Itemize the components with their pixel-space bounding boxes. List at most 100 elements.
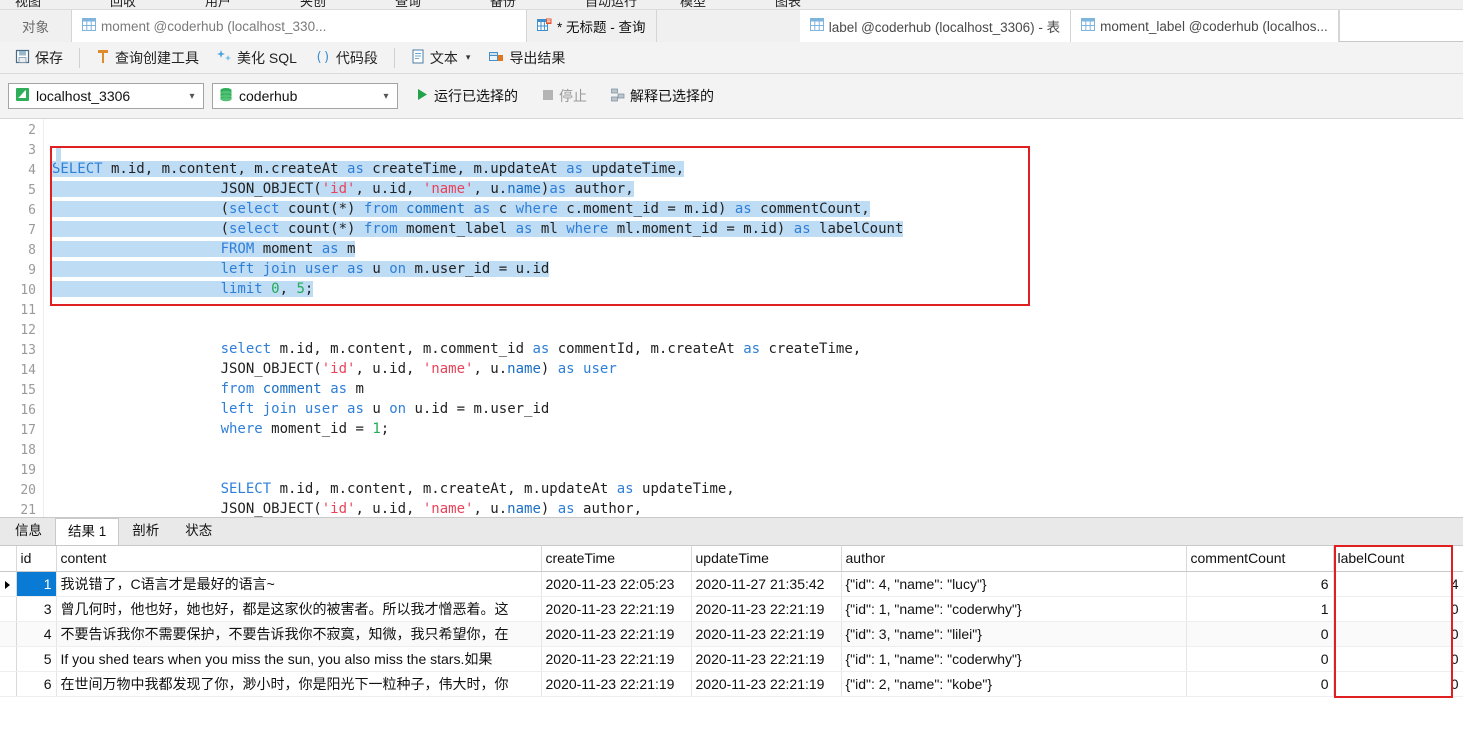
- editor-tab-right-1[interactable]: moment_label @coderhub (localhos...: [1071, 10, 1339, 42]
- code-line[interactable]: FROM moment as m: [52, 239, 1463, 259]
- cell-id[interactable]: 3: [16, 596, 57, 622]
- row-marker[interactable]: [0, 646, 17, 672]
- table-row[interactable]: 5 If you shed tears when you miss the sun…: [0, 646, 1463, 672]
- code-line[interactable]: [52, 439, 1463, 459]
- cell-labelCount[interactable]: 0: [1333, 596, 1463, 622]
- code-line[interactable]: left join user as u on m.user_id = u.id: [52, 259, 1463, 279]
- result-tab-3[interactable]: 状态: [172, 517, 225, 545]
- table-row[interactable]: 4 不要告诉我你不需要保护，不要告诉我你不寂寞，知微，我只希望你，在 2020-11…: [0, 621, 1463, 647]
- code-line[interactable]: [52, 299, 1463, 319]
- cell-author[interactable]: {"id": 1, "name": "coderwhy"}: [841, 596, 1187, 622]
- database-select[interactable]: coderhub ▾: [212, 83, 398, 109]
- cell-labelCount[interactable]: 0: [1333, 646, 1463, 672]
- cell-createTime[interactable]: 2020-11-23 22:21:19: [541, 671, 692, 697]
- cell-createTime[interactable]: 2020-11-23 22:21:19: [541, 621, 692, 647]
- cell-updateTime[interactable]: 2020-11-27 21:35:42: [691, 571, 842, 597]
- code-line[interactable]: JSON_OBJECT('id', u.id, 'name', u.name) …: [52, 499, 1463, 517]
- code-line[interactable]: (select count(*) from moment_label as ml…: [52, 219, 1463, 239]
- cell-createTime[interactable]: 2020-11-23 22:21:19: [541, 646, 692, 672]
- code-line[interactable]: where moment_id = 1;: [52, 419, 1463, 439]
- cell-updateTime[interactable]: 2020-11-23 22:21:19: [691, 671, 842, 697]
- menu-item-3[interactable]: 夹创: [300, 0, 326, 9]
- cell-updateTime[interactable]: 2020-11-23 22:21:19: [691, 596, 842, 622]
- code-line[interactable]: [52, 319, 1463, 339]
- cell-id[interactable]: 1: [16, 571, 57, 597]
- tab-objects[interactable]: 对象: [0, 10, 72, 42]
- row-marker[interactable]: [0, 671, 17, 697]
- menu-item-7[interactable]: 模型: [680, 0, 706, 9]
- column-header-createTime[interactable]: createTime: [541, 546, 692, 572]
- database-chevron-down-icon[interactable]: ▾: [375, 84, 397, 108]
- cell-id[interactable]: 5: [16, 646, 57, 672]
- text-view-button[interactable]: 文本 ▾: [402, 46, 480, 70]
- cell-commentCount[interactable]: 6: [1186, 571, 1334, 597]
- table-row[interactable]: 3 曾几何时，他也好，她也好，都是这家伙的被害者。所以我才憎恶着。这 2020-11…: [0, 596, 1463, 622]
- code-line[interactable]: (select count(*) from comment as c where…: [52, 199, 1463, 219]
- row-marker[interactable]: [0, 596, 17, 622]
- cell-id[interactable]: 6: [16, 671, 57, 697]
- editor-tab-1[interactable]: * 无标题 - 查询: [527, 10, 657, 42]
- code-line[interactable]: left join user as u on u.id = m.user_id: [52, 399, 1463, 419]
- code-line[interactable]: JSON_OBJECT('id', u.id, 'name', u.name) …: [52, 359, 1463, 379]
- column-header-author[interactable]: author: [841, 546, 1187, 572]
- table-row[interactable]: 1 我说错了，C语言才是最好的语言~ 2020-11-23 22:05:23 2020…: [0, 571, 1463, 597]
- cell-labelCount[interactable]: 4: [1333, 571, 1463, 597]
- cell-commentCount[interactable]: 0: [1186, 646, 1334, 672]
- menu-item-5[interactable]: 备份: [490, 0, 516, 9]
- code-line[interactable]: limit 0, 5;: [52, 279, 1463, 299]
- column-header-updateTime[interactable]: updateTime: [691, 546, 842, 572]
- code-line[interactable]: [52, 459, 1463, 479]
- editor-tab-right-0[interactable]: label @coderhub (localhost_3306) - 表: [799, 10, 1072, 42]
- cell-content[interactable]: 我说错了，C语言才是最好的语言~: [56, 571, 542, 597]
- cell-author[interactable]: {"id": 4, "name": "lucy"}: [841, 571, 1187, 597]
- cell-createTime[interactable]: 2020-11-23 22:21:19: [541, 596, 692, 622]
- cell-id[interactable]: 4: [16, 621, 57, 647]
- result-tab-1[interactable]: 结果 1: [55, 518, 120, 546]
- cell-labelCount[interactable]: 0: [1333, 671, 1463, 697]
- column-header-content[interactable]: content: [56, 546, 542, 572]
- code-line[interactable]: JSON_OBJECT('id', u.id, 'name', u.name)a…: [52, 179, 1463, 199]
- code-line[interactable]: select m.id, m.content, m.comment_id as …: [52, 339, 1463, 359]
- explain-selected-button[interactable]: 解释已选择的: [605, 84, 720, 108]
- sql-editor[interactable]: 2 3 4 5 6 7 8 9 10 11 12 13 14 15 16 17 18 19 20 21 SELECT …: [0, 119, 1463, 517]
- code-line[interactable]: SELECT m.id, m.content, m.createAt, m.up…: [52, 479, 1463, 499]
- cell-content[interactable]: 在世间万物中我都发现了你，渺小时，你是阳光下一粒种子，伟大时，你: [56, 671, 542, 697]
- cell-commentCount[interactable]: 0: [1186, 621, 1334, 647]
- menu-item-2[interactable]: 用户: [205, 0, 231, 9]
- save-button[interactable]: 保存: [6, 46, 72, 70]
- row-marker[interactable]: [0, 571, 17, 597]
- cell-createTime[interactable]: 2020-11-23 22:05:23: [541, 571, 692, 597]
- connection-chevron-down-icon[interactable]: ▾: [181, 84, 203, 108]
- cell-author[interactable]: {"id": 2, "name": "kobe"}: [841, 671, 1187, 697]
- code-line[interactable]: from comment as m: [52, 379, 1463, 399]
- cell-author[interactable]: {"id": 3, "name": "lilei"}: [841, 621, 1187, 647]
- row-marker[interactable]: [0, 621, 17, 647]
- cell-updateTime[interactable]: 2020-11-23 22:21:19: [691, 621, 842, 647]
- sql-code-area[interactable]: SELECT m.id, m.content, m.createAt as cr…: [52, 119, 1463, 517]
- code-line[interactable]: SELECT m.id, m.content, m.createAt as cr…: [52, 159, 1463, 179]
- cell-content[interactable]: 不要告诉我你不需要保护，不要告诉我你不寂寞，知微，我只希望你，在: [56, 621, 542, 647]
- result-tab-0[interactable]: 信息: [2, 517, 55, 545]
- connection-select[interactable]: localhost_3306 ▾: [8, 83, 204, 109]
- menu-item-4[interactable]: 查询: [395, 0, 421, 9]
- editor-tab-0[interactable]: moment @coderhub (localhost_330...: [72, 10, 527, 42]
- column-header-id[interactable]: id: [16, 546, 57, 572]
- cell-updateTime[interactable]: 2020-11-23 22:21:19: [691, 646, 842, 672]
- cell-labelCount[interactable]: 0: [1333, 621, 1463, 647]
- query-builder-button[interactable]: 查询创建工具: [87, 46, 208, 70]
- result-tab-2[interactable]: 剖析: [119, 517, 172, 545]
- export-result-button[interactable]: 导出结果: [479, 46, 574, 70]
- result-grid[interactable]: id content createTime updateTime author comme…: [0, 545, 1463, 737]
- cell-commentCount[interactable]: 0: [1186, 671, 1334, 697]
- menu-item-8[interactable]: 图表: [775, 0, 801, 9]
- chevron-down-icon[interactable]: ▾: [466, 52, 471, 63]
- snippet-button[interactable]: () 代码段: [306, 46, 387, 70]
- code-line[interactable]: [52, 139, 1463, 159]
- cell-commentCount[interactable]: 1: [1186, 596, 1334, 622]
- code-line[interactable]: [52, 119, 1463, 139]
- cell-author[interactable]: {"id": 1, "name": "coderwhy"}: [841, 646, 1187, 672]
- column-header-commentCount[interactable]: commentCount: [1186, 546, 1334, 572]
- beautify-sql-button[interactable]: 美化 SQL: [208, 46, 306, 70]
- run-selected-button[interactable]: 运行已选择的: [410, 84, 524, 108]
- menu-item-6[interactable]: 自动运行: [585, 0, 637, 9]
